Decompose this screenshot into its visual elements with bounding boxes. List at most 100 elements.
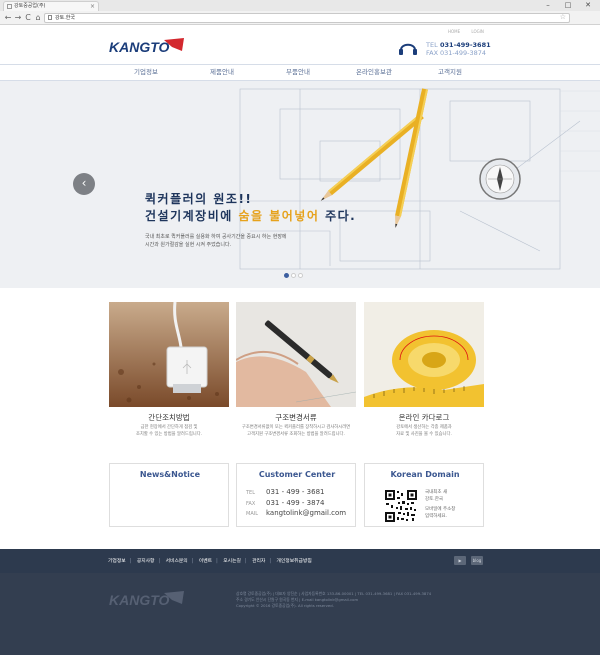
browser-tab[interactable]: 강토중공업(주) × (3, 1, 99, 11)
customer-center-title: Customer Center (258, 470, 336, 479)
hero-desc-line2: 시간과 원가절감을 실현 시켜 주었습니다. (145, 241, 232, 248)
measuring-tape-image (364, 302, 484, 407)
tab-title: 강토중공업(주) (14, 3, 46, 9)
hero-prev-button[interactable]: ‹ (73, 173, 95, 195)
hero-desc-line1: 국내 최초로 퀵커플러를 실용화 하여 공사기간을 중요시 하는 현장에 (145, 234, 287, 240)
footer-link-inquiry[interactable]: 서비스문의 (166, 559, 188, 564)
slide-dot-1[interactable] (284, 273, 289, 278)
nav-products[interactable]: 제품안내 (184, 65, 260, 80)
korean-domain-text: 국내최초 새 강토.한국 모바일에 주소창 입력하세요. (425, 490, 455, 520)
hero-title-part-b: 주다. (319, 209, 357, 223)
svg-text:KANGTO: KANGTO (109, 39, 170, 54)
footer-link-company[interactable]: 기업정보 (108, 559, 126, 564)
korean-domain-box: Korean Domain 국내최초 새 강토.한국 모바일에 주소창 입력하세… (364, 463, 484, 527)
kangto-logo[interactable]: KANGTO (108, 38, 184, 54)
nav-company-info[interactable]: 기업정보 (108, 65, 184, 80)
customer-center-details: TEL 031 - 499 - 3681 FAX 031 - 499 - 3874 … (246, 488, 346, 520)
footer-link-directions[interactable]: 오시는길 (223, 559, 241, 564)
separator: | (158, 559, 161, 564)
slide-indicators (284, 272, 305, 280)
separator: | (191, 559, 194, 564)
url-text: 강토.한국 (55, 15, 75, 21)
usb-soil-image (109, 302, 229, 407)
hero-title: 퀵커플러의 원조!! 건설기계장비에 숨을 불어넣어 주다. (145, 191, 356, 225)
hero-description: 국내 최초로 퀵커플러를 실용화 하여 공사기간을 중요시 하는 현장에 시간과… (145, 234, 287, 249)
svg-text:KANGTO: KANGTO (109, 592, 170, 607)
card-title-online-catalog[interactable]: 온라인 카다로그 (364, 412, 484, 423)
close-window-button[interactable]: ✕ (580, 0, 596, 10)
card-desc-quick-fix: 급한 현장에서 간단하게 점검 및 조치할 수 있는 방법을 알려드립니다. (109, 425, 229, 438)
tel-label: TEL (426, 41, 438, 49)
page-icon (7, 4, 12, 9)
kd-line: 입력하세요. (425, 513, 448, 519)
footer-link-admin[interactable]: 관리자 (252, 559, 265, 564)
hero-title-part-a: 건설기계장비에 (145, 209, 239, 223)
fax-label: FAX (426, 49, 439, 57)
cc-mail-key: MAIL (246, 511, 258, 517)
card-desc-line: 구조변경서류없이 또는 퀵커플러를 장착하시고 검사하시려면 (241, 425, 351, 430)
card-desc-online-catalog: 강토에서 생산하는 각종 제품과 자료 및 사진을 볼 수 있습니다. (364, 425, 484, 438)
youtube-icon[interactable]: ▶ (454, 556, 466, 565)
hero-title-highlight: 숨을 불어넣어 (238, 209, 320, 223)
home-button[interactable]: ⌂ (33, 12, 43, 23)
card-title-structure-docs[interactable]: 구조변경서류 (236, 412, 356, 423)
footer-logo: KANGTO (109, 591, 184, 607)
tab-close-icon[interactable]: × (90, 2, 95, 11)
qr-code-icon (384, 489, 418, 523)
top-links: HOME LOGIN (448, 29, 494, 34)
footer-link-privacy[interactable]: 개인정보취급방침 (276, 559, 311, 564)
footer-nav: 기업정보 | 공지사항 | 서비스문의 | 이벤트 | 오시는길 | 관리자 | 개인정보취… (0, 549, 600, 573)
cc-fax: 031 - 499 - 3874 (266, 498, 325, 507)
slide-dot-2[interactable] (291, 273, 296, 278)
header-tel: 031-499-3681 (440, 41, 491, 49)
news-notice-box[interactable]: News&Notice (109, 463, 229, 527)
footer-copyright: Copyright © 2016 강토중공업(주). All rights re… (236, 603, 334, 608)
nav-online-showroom[interactable]: 온라인홍보관 (336, 65, 412, 80)
nav-parts[interactable]: 부품안내 (260, 65, 336, 80)
footer-link-notice[interactable]: 공지사항 (137, 559, 155, 564)
address-bar[interactable]: 강토.한국 ☆ (44, 13, 570, 23)
hero-title-line2: 건설기계장비에 숨을 불어넣어 주다. (145, 208, 356, 225)
separator: | (244, 559, 247, 564)
blog-icon[interactable]: blog (471, 556, 483, 565)
kd-line: 모바일에 주소창 (425, 507, 456, 512)
news-notice-title[interactable]: News&Notice (110, 470, 230, 479)
footer-main (0, 573, 600, 655)
separator: | (129, 559, 132, 564)
card-desc-line: 조치할 수 있는 방법을 알려드립니다. (135, 431, 203, 437)
separator: | (269, 559, 271, 564)
card-title-quick-fix[interactable]: 간단조치방법 (109, 412, 229, 423)
minimize-button[interactable]: – (540, 0, 556, 10)
main-nav: 기업정보 제품안내 부품안내 온라인홍보관 고객지원 (0, 64, 600, 81)
browser-tab-bar: 강토중공업(주) × – □ ✕ (0, 0, 600, 11)
browser-toolbar: ← → C ⌂ 강토.한국 ☆ (0, 11, 600, 25)
login-link[interactable]: LOGIN (471, 29, 484, 34)
header-fax: 031-499-3874 (440, 49, 487, 57)
footer-nav-links: 기업정보 | 공지사항 | 서비스문의 | 이벤트 | 오시는길 | 관리자 | 개인정보취… (108, 557, 316, 564)
bookmark-star-icon[interactable]: ☆ (560, 13, 566, 21)
hero-slider: ‹ (0, 81, 600, 288)
footer-company-info: 상호명 강토중공업(주) | 대표자 양진순 | 사업자등록번호 133-86-… (236, 591, 431, 609)
kd-line: 강토.한국 (425, 496, 443, 502)
cc-mail[interactable]: kangtolink@gmail.com (266, 509, 346, 517)
card-desc-line: 자료 및 사진을 볼 수 있습니다. (396, 431, 452, 437)
reload-button[interactable]: C (23, 12, 33, 23)
headset-icon (399, 43, 417, 55)
slide-dot-3[interactable] (298, 273, 303, 278)
back-button[interactable]: ← (3, 12, 13, 23)
nav-customer-support[interactable]: 고객지원 (412, 65, 488, 80)
hero-title-line1: 퀵커플러의 원조!! (145, 192, 253, 206)
footer-link-event[interactable]: 이벤트 (199, 559, 212, 564)
header-contact: TEL 031-499-3681 FAX 031-499-3874 (426, 41, 491, 57)
page-icon (48, 15, 52, 20)
card-desc-line: 고객지원 구조변경서류 조회하는 방법을 알려드립니다. (247, 431, 345, 437)
separator: | (216, 559, 218, 564)
customer-center-box: Customer Center TEL 031 - 499 - 3681 FAX 0… (236, 463, 356, 527)
home-link[interactable]: HOME (448, 29, 460, 34)
card-desc-structure-docs: 구조변경서류없이 또는 퀵커플러를 장착하시고 검사하시려면 고객지원 구조변경… (236, 425, 356, 438)
maximize-button[interactable]: □ (560, 0, 576, 10)
pen-writing-image (236, 302, 356, 407)
cc-tel: 031 - 499 - 3681 (266, 488, 325, 496)
forward-button[interactable]: → (13, 12, 23, 23)
cc-tel-key: TEL (246, 490, 255, 496)
